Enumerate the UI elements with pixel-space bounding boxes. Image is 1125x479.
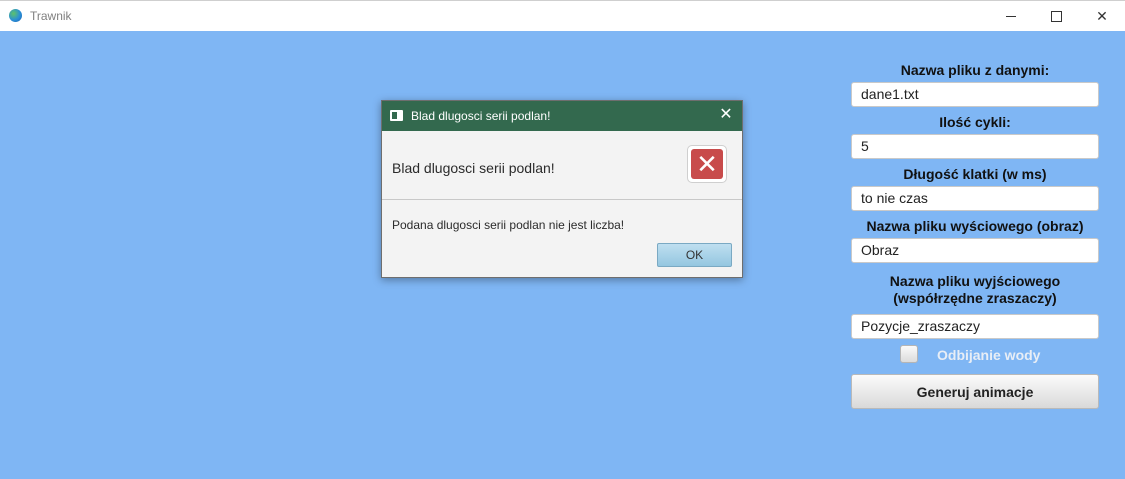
output-image-label: Nazwa pliku wyściowego (obraz)	[866, 218, 1084, 234]
dialog-titlebar: Blad dlugosci serii podlan! ✕	[382, 101, 742, 131]
error-dialog: Blad dlugosci serii podlan! ✕ Blad dlugo…	[381, 100, 743, 278]
frame-length-input[interactable]: to nie czas	[851, 186, 1099, 211]
close-window-button[interactable]: ✕	[1079, 1, 1125, 31]
dialog-window-icon	[390, 110, 403, 121]
window-title: Trawnik	[30, 9, 72, 23]
reflect-water-label[interactable]: Odbijanie wody	[937, 347, 1040, 363]
minimize-icon	[1006, 15, 1016, 17]
error-icon-frame: ✕	[687, 145, 727, 183]
data-file-label: Nazwa pliku z danymi:	[900, 62, 1050, 78]
data-file-input[interactable]: dane1.txt	[851, 82, 1099, 107]
cycles-input[interactable]: 5	[851, 134, 1099, 159]
dialog-title: Blad dlugosci serii podlan!	[411, 109, 551, 123]
generate-animation-button[interactable]: Generuj animacje	[851, 374, 1099, 409]
output-coords-label-line2: (współrzędne zraszaczy)	[893, 290, 1057, 306]
dialog-close-button[interactable]: ✕	[716, 105, 736, 125]
dialog-header: Blad dlugosci serii podlan! ✕	[382, 131, 742, 200]
window-titlebar: Trawnik ✕	[0, 0, 1125, 31]
frame-length-label: Długość klatki (w ms)	[903, 166, 1047, 182]
dialog-header-text: Blad dlugosci serii podlan!	[392, 160, 555, 176]
close-icon: ✕	[1096, 7, 1108, 24]
minimize-button[interactable]	[988, 1, 1034, 31]
app-logo-icon	[9, 9, 22, 22]
output-coords-input[interactable]: Pozycje_zraszaczy	[851, 314, 1099, 339]
error-icon: ✕	[691, 149, 723, 179]
dialog-content-text: Podana dlugosci serii podlan nie jest li…	[392, 218, 625, 232]
reflect-water-checkbox[interactable]	[900, 345, 918, 363]
close-icon: ✕	[719, 106, 733, 123]
output-image-input[interactable]: Obraz	[851, 238, 1099, 263]
cycles-label: Ilość cykli:	[939, 114, 1011, 130]
ok-button[interactable]: OK	[657, 243, 732, 267]
output-coords-label-line1: Nazwa pliku wyjściowego	[889, 273, 1061, 289]
maximize-icon	[1050, 10, 1062, 22]
maximize-button[interactable]	[1033, 1, 1079, 31]
